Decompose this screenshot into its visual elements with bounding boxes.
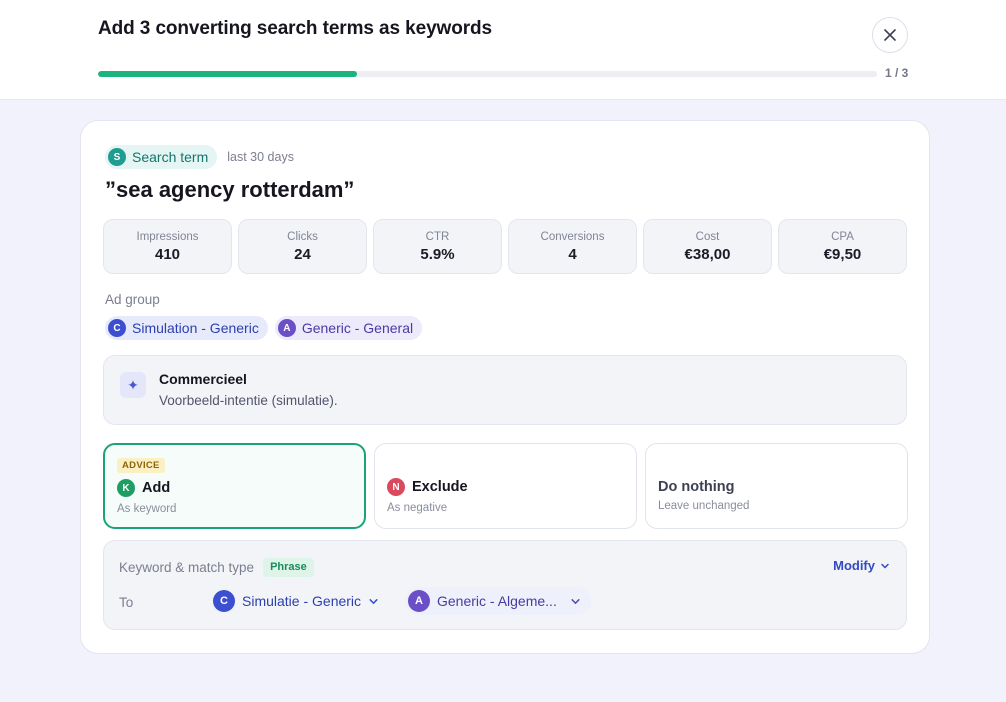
metric-value: 4 (568, 245, 577, 263)
intent-box: ✦ Commercieel Voorbeeld-intentie (simula… (103, 355, 907, 425)
metric-value: €38,00 (684, 245, 731, 263)
metric-label: Clicks (287, 230, 318, 243)
progress-bar (98, 71, 877, 77)
search-term-card: S Search term last 30 days ”sea agency r… (80, 120, 930, 654)
keyword-match-label: Keyword & match type (119, 560, 255, 575)
search-term-chip-label: Search term (132, 149, 209, 165)
ad-group-label: Ad group (105, 292, 160, 307)
metric-clicks: Clicks 24 (238, 219, 367, 274)
intent-subtitle: Voorbeeld-intentie (simulatie). (159, 393, 338, 408)
action-options: ADVICE K Add As keyword N Exclude As neg… (103, 443, 908, 529)
advice-badge: ADVICE (117, 458, 165, 473)
chevron-down-icon (881, 563, 889, 569)
option-exclude[interactable]: N Exclude As negative (374, 443, 637, 529)
metric-label: CTR (425, 230, 450, 243)
campaign-select-label: Simulatie - Generic (242, 593, 362, 609)
keyword-match-row: Keyword & match type Phrase (119, 558, 314, 577)
close-icon (884, 29, 896, 41)
term-meta-row: S Search term last 30 days (105, 145, 294, 169)
metric-cost: Cost €38,00 (643, 219, 772, 274)
metric-label: Impressions (136, 230, 199, 243)
keyword-settings: Keyword & match type Phrase Modify To C … (103, 540, 907, 630)
negative-initial-icon: N (387, 478, 405, 496)
option-exclude-title: Exclude (412, 479, 468, 495)
ad-group-select-label: Generic - Algeme... (437, 593, 557, 609)
search-term-initial-icon: S (108, 148, 126, 166)
option-nothing-subtitle: Leave unchanged (658, 500, 750, 512)
search-term-chip: S Search term (105, 145, 218, 169)
match-type-badge: Phrase (263, 558, 314, 577)
sparkle-icon: ✦ (120, 372, 146, 398)
ad-group-initial-icon: A (408, 590, 430, 612)
metric-cpa: CPA €9,50 (778, 219, 907, 274)
keyword-initial-icon: K (117, 479, 135, 497)
chevron-down-icon (369, 598, 378, 604)
option-add-main: K Add (117, 479, 170, 497)
metric-label: CPA (831, 230, 854, 243)
intent-title: Commercieel (159, 371, 247, 387)
metric-conversions: Conversions 4 (508, 219, 637, 274)
close-button[interactable] (872, 17, 908, 53)
search-term-title: ”sea agency rotterdam” (105, 177, 355, 202)
option-nothing-title: Do nothing (658, 479, 735, 495)
progress-fill (98, 71, 358, 77)
metric-label: Cost (695, 230, 720, 243)
campaign-initial-icon: C (108, 319, 126, 337)
metric-value: 410 (154, 245, 181, 263)
modify-button[interactable]: Modify (833, 558, 890, 573)
option-add[interactable]: ADVICE K Add As keyword (103, 443, 366, 529)
modify-label: Modify (833, 558, 875, 573)
ad-group-chip-label: Generic - General (301, 320, 414, 336)
campaign-initial-icon: C (213, 590, 235, 612)
metric-value: 24 (294, 245, 311, 263)
progress-label: 1 / 3 (885, 66, 909, 80)
metric-impressions: Impressions 410 (103, 219, 232, 274)
option-nothing-main: Do nothing (658, 479, 735, 495)
metric-value: €9,50 (823, 245, 862, 263)
dialog-header: Add 3 converting search terms as keyword… (0, 0, 1006, 100)
chevron-down-icon (571, 598, 580, 604)
option-add-title: Add (142, 480, 171, 496)
option-add-subtitle: As keyword (117, 503, 177, 515)
metric-ctr: CTR 5.9% (373, 219, 502, 274)
ad-group-select[interactable]: A Generic - Algeme... (405, 587, 591, 615)
to-label: To (119, 595, 134, 610)
option-exclude-subtitle: As negative (387, 502, 448, 514)
ad-group-chip-label: Simulation - Generic (132, 320, 259, 336)
ad-group-chips: C Simulation - Generic A Generic - Gener… (105, 316, 423, 340)
option-exclude-main: N Exclude (387, 478, 468, 496)
dialog-title: Add 3 converting search terms as keyword… (98, 18, 493, 39)
metric-label: Conversions (540, 230, 605, 243)
metrics-row: Impressions 410 Clicks 24 CTR 5.9% Conve… (103, 219, 907, 274)
ad-group-initial-icon: A (277, 319, 296, 337)
ad-group-chip-campaign: C Simulation - Generic (105, 316, 268, 340)
option-do-nothing[interactable]: Do nothing Leave unchanged (645, 443, 908, 529)
metric-value: 5.9% (420, 245, 455, 263)
ad-group-chip-group: A Generic - General (274, 316, 423, 340)
campaign-select[interactable]: C Simulatie - Generic (210, 587, 389, 615)
period-label: last 30 days (227, 150, 294, 164)
